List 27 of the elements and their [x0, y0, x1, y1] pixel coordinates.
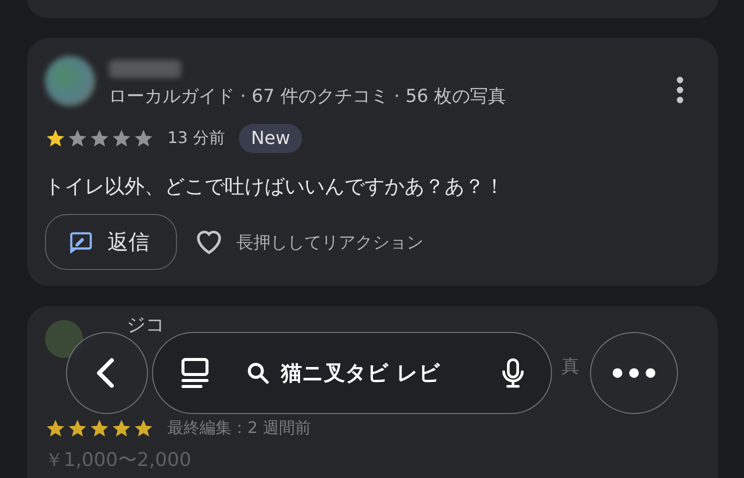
reviewer-meta: ローカルガイド · 67 件のクチコミ · 56 枚の写真: [108, 85, 508, 108]
reviewer-meta: 真: [562, 355, 580, 378]
star-icon: [132, 418, 154, 439]
blurred-name: [108, 60, 180, 78]
star-icon: [44, 128, 66, 149]
more-options-icon[interactable]: [676, 76, 684, 104]
review-time: 13 分前: [168, 128, 225, 149]
star-icon: [110, 418, 132, 439]
star-icon: [132, 128, 154, 149]
price-range: ￥1,000〜2,000: [44, 448, 192, 473]
more-icon: [612, 367, 656, 379]
star-icon: [88, 418, 110, 439]
reaction-hint: 長押ししてリアクション: [236, 232, 424, 254]
star-icon: [44, 418, 66, 439]
star-icon: [88, 128, 110, 149]
star-icon: [110, 128, 132, 149]
avatar: [44, 320, 82, 358]
search-icon: [245, 360, 271, 386]
review-text: トイレ以外、どこで吐けばいいんですかあ？あ？！: [44, 173, 506, 200]
star-icon: [66, 128, 88, 149]
search-bar[interactable]: 猫ニ叉タビ レビ: [152, 332, 552, 414]
new-badge: New: [238, 124, 302, 153]
review-time: 最終編集：2 週間前: [168, 418, 311, 439]
avatar: [44, 56, 94, 106]
search-text[interactable]: 猫ニ叉タビ レビ: [281, 359, 487, 387]
reply-button[interactable]: 返信: [44, 214, 176, 270]
star-icon: [66, 418, 88, 439]
